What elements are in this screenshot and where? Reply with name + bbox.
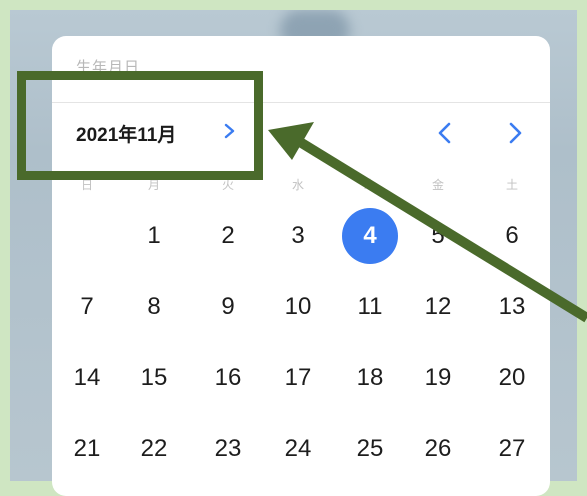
annotation-arrow-icon [268, 122, 587, 323]
